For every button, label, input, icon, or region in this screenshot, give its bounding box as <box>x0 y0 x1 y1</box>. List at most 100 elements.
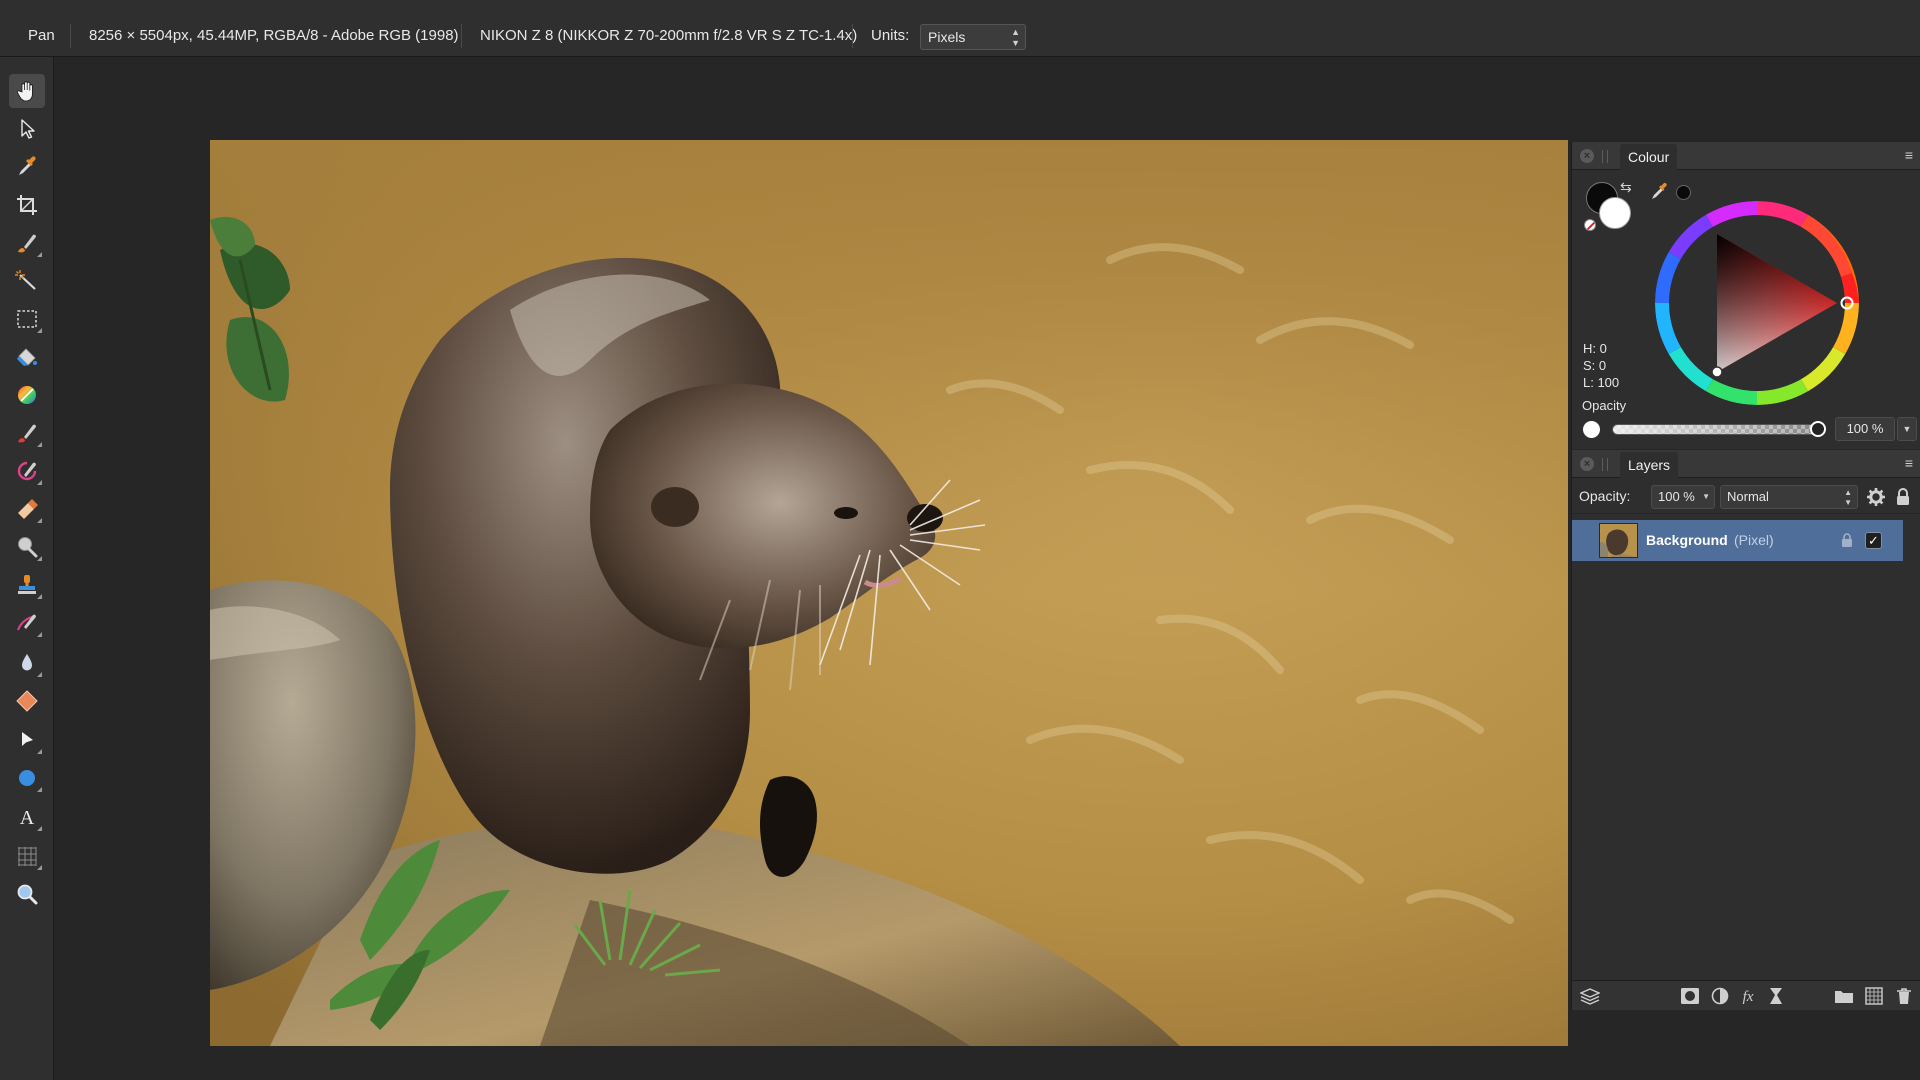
tool-flyout-indicator <box>37 594 42 599</box>
units-select[interactable]: Pixels ▲ ▼ <box>920 24 1026 50</box>
updown-arrows-icon: ▲ ▼ <box>1844 488 1852 507</box>
diamond-icon <box>16 690 38 712</box>
tool-flyout-indicator <box>37 480 42 485</box>
opacity-value-field[interactable]: 100 % <box>1835 417 1895 441</box>
otter-photo <box>210 140 1568 1046</box>
marquee-tool[interactable] <box>9 302 45 336</box>
text-tool[interactable]: A <box>9 800 45 834</box>
layers-panel: × Layers ≡ Opacity: 100 % ▼ Normal ▲ ▼ B… <box>1571 450 1920 1010</box>
layer-row[interactable]: Background (Pixel) ✓ <box>1572 520 1903 561</box>
colour-wheel[interactable] <box>1652 198 1862 408</box>
gradient-icon <box>18 386 36 404</box>
magic-wand-icon <box>15 270 36 290</box>
context-toolbar: Pan 8256 × 5504px, 45.44MP, RGBA/8 - Ado… <box>0 0 1920 57</box>
drag-handle-icon[interactable] <box>1602 458 1608 471</box>
layer-opacity-field[interactable]: 100 % ▼ <box>1651 485 1715 509</box>
shape-tool[interactable] <box>9 761 45 795</box>
node-tool[interactable] <box>9 723 45 757</box>
move-tool[interactable] <box>9 112 45 146</box>
gradient-tool[interactable] <box>9 378 45 412</box>
close-panel-button[interactable]: × <box>1580 457 1594 471</box>
opacity-label: Opacity <box>1582 398 1627 413</box>
layer-thumbnail <box>1599 523 1638 558</box>
toolbar-separator <box>852 24 853 48</box>
blend-mode-value: Normal <box>1727 489 1769 504</box>
zoom-tool[interactable] <box>9 877 45 911</box>
opacity-slider[interactable] <box>1612 424 1818 435</box>
layer-type: (Pixel) <box>1734 532 1774 548</box>
adjustment-layer-icon[interactable] <box>1710 987 1730 1005</box>
new-pixel-layer-icon[interactable] <box>1864 987 1884 1005</box>
folder-icon[interactable] <box>1834 987 1854 1005</box>
hsl-readout: H: 0 S: 0 L: 100 <box>1583 340 1619 391</box>
pointer-icon <box>21 119 35 139</box>
background-colour-swatch[interactable] <box>1599 197 1631 229</box>
view-tool[interactable] <box>9 74 45 108</box>
fx-icon[interactable]: fx <box>1738 987 1758 1005</box>
opacity-slider-thumb[interactable] <box>1810 421 1826 437</box>
crop-icon <box>17 195 37 215</box>
paint-brush-tool[interactable] <box>9 416 45 450</box>
layer-visibility-checkbox[interactable]: ✓ <box>1865 532 1882 549</box>
layers-panel-tab[interactable]: Layers <box>1620 452 1679 478</box>
colour-marker <box>1711 366 1723 378</box>
layer-thumbnail-image <box>1600 524 1637 557</box>
units-select-value: Pixels <box>928 29 966 45</box>
colour-panel-tab[interactable]: Colour <box>1620 144 1678 170</box>
dodge-tool[interactable] <box>9 530 45 564</box>
layers-footer: fx <box>1572 980 1920 1010</box>
document-canvas[interactable] <box>210 140 1568 1046</box>
crop-tool[interactable] <box>9 188 45 222</box>
no-colour-icon[interactable] <box>1584 219 1596 231</box>
chevron-down-icon: ▼ <box>1702 492 1710 501</box>
layers-toolbar: Opacity: 100 % ▼ Normal ▲ ▼ <box>1572 478 1920 514</box>
tools-panel: A <box>0 57 54 1080</box>
paint-bucket-icon <box>17 348 37 366</box>
colour-panel: × Colour ≡ ⇆ H: 0 S: 0 L: 100 Opacity 10… <box>1571 142 1920 449</box>
colour-panel-header: × Colour ≡ <box>1572 142 1920 170</box>
document-info: 8256 × 5504px, 45.44MP, RGBA/8 - Adobe R… <box>89 27 459 44</box>
layers-panel-header: × Layers ≡ <box>1572 450 1920 478</box>
close-panel-button[interactable]: × <box>1580 149 1594 163</box>
layers-stack-icon[interactable] <box>1580 987 1600 1005</box>
mask-layer-icon[interactable] <box>1680 987 1700 1005</box>
chevron-down-icon[interactable]: ▼ <box>1897 417 1917 441</box>
flood-fill-tool[interactable] <box>9 340 45 374</box>
healing-tool[interactable] <box>9 606 45 640</box>
colour-replacement-tool[interactable] <box>9 454 45 488</box>
gear-icon[interactable] <box>1866 487 1886 507</box>
lock-icon[interactable] <box>1894 487 1912 507</box>
swap-colours-icon[interactable]: ⇆ <box>1620 179 1636 195</box>
trash-icon[interactable] <box>1894 987 1914 1005</box>
tool-flyout-indicator <box>37 826 42 831</box>
toolbar-separator <box>461 24 462 48</box>
toolbar-separator <box>70 24 71 48</box>
layer-lock-icon[interactable] <box>1840 532 1854 548</box>
panel-menu-icon[interactable]: ≡ <box>1901 455 1917 471</box>
updown-arrows-icon: ▲ ▼ <box>1011 27 1020 48</box>
drag-handle-icon[interactable] <box>1602 150 1608 163</box>
saturation-readout: S: 0 <box>1583 358 1607 373</box>
document-workspace[interactable] <box>54 57 1572 1080</box>
svg-text:A: A <box>20 807 35 829</box>
tool-flyout-indicator <box>37 672 42 677</box>
tool-flyout-indicator <box>37 787 42 792</box>
mesh-warp-tool[interactable] <box>9 839 45 873</box>
colour-picker-tool[interactable] <box>9 150 45 184</box>
blend-mode-select[interactable]: Normal ▲ ▼ <box>1720 485 1858 509</box>
sharpen-tool[interactable] <box>9 684 45 718</box>
units-label: Units: <box>871 27 910 44</box>
lightness-readout: L: 100 <box>1583 375 1620 390</box>
tool-flyout-indicator <box>37 556 42 561</box>
layer-opacity-label: Opacity: <box>1579 488 1631 504</box>
flood-select-tool[interactable] <box>9 264 45 298</box>
tool-flyout-indicator <box>37 442 42 447</box>
selection-brush-tool[interactable] <box>9 226 45 260</box>
panel-menu-icon[interactable]: ≡ <box>1901 147 1917 163</box>
live-filter-icon[interactable] <box>1766 987 1786 1005</box>
clone-tool[interactable] <box>9 568 45 602</box>
tool-flyout-indicator <box>37 865 42 870</box>
svg-text:fx: fx <box>1743 989 1754 1005</box>
erase-brush-tool[interactable] <box>9 492 45 526</box>
blur-tool[interactable] <box>9 646 45 680</box>
